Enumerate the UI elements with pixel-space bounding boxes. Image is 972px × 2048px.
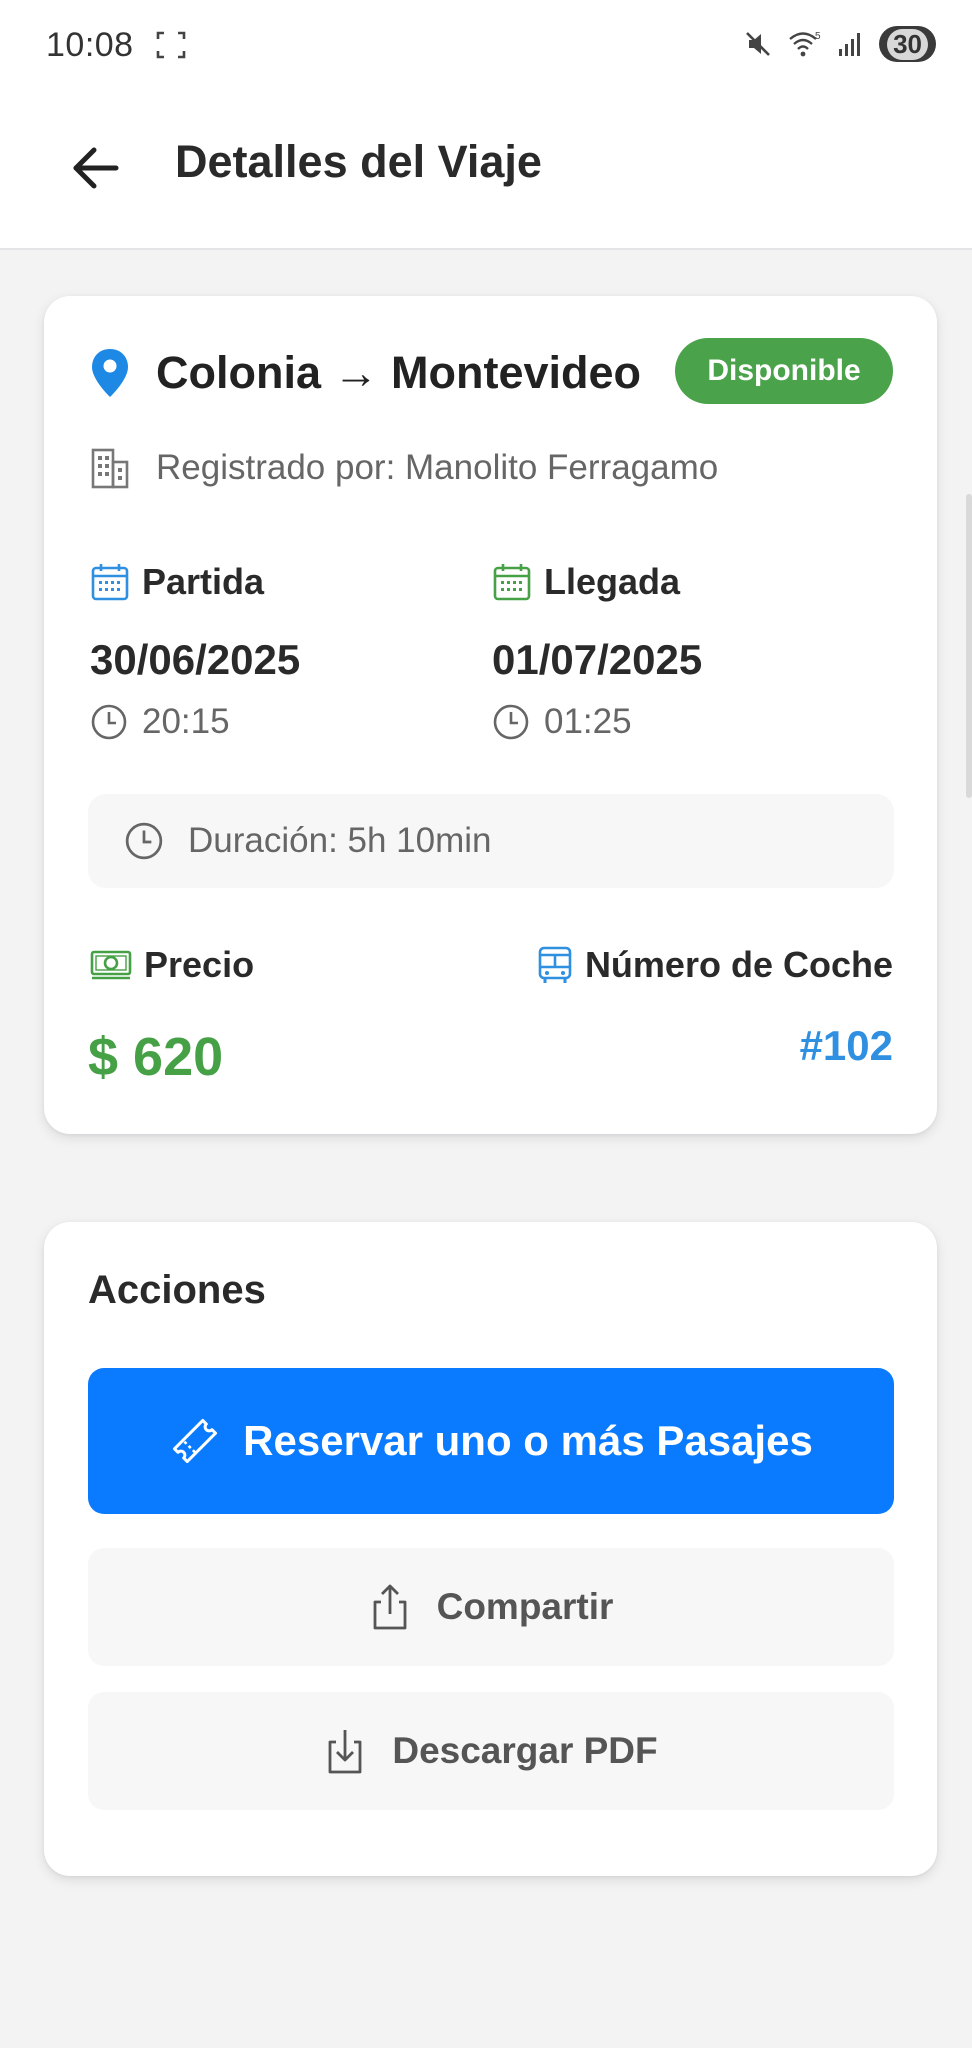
bus-icon: [538, 946, 572, 983]
battery-badge: 30: [879, 26, 936, 62]
share-button-label: Compartir: [436, 1586, 614, 1627]
share-button[interactable]: Compartir: [88, 1548, 894, 1666]
money-icon: [90, 950, 132, 980]
share-icon: [373, 1584, 406, 1630]
duration-box: Duración: 5h 10min: [88, 794, 894, 888]
coach-label: Número de Coche: [584, 944, 893, 985]
calendar-icon: [493, 564, 531, 601]
building-icon: [91, 448, 129, 489]
actions-title: Acciones: [88, 1268, 266, 1312]
route-title: Colonia → Montevideo: [156, 347, 642, 398]
trip-details-card: Colonia → Montevideo Disponible Registra…: [44, 296, 937, 1134]
download-pdf-button[interactable]: Descargar PDF: [88, 1692, 894, 1810]
registered-by-row: Registrado por: Manolito Ferragamo: [90, 446, 718, 490]
arrival-label: Llegada: [544, 561, 681, 602]
registered-by-text: Registrado por: Manolito Ferragamo: [156, 448, 719, 487]
wifi-icon: 5: [789, 31, 821, 57]
clock-icon: [91, 704, 127, 740]
departure-label: Partida: [142, 561, 265, 602]
status-icons: 5 30: [743, 24, 936, 64]
price-value: $ 620: [88, 1027, 224, 1087]
back-button[interactable]: [64, 136, 128, 200]
calendar-icon: [91, 564, 129, 601]
status-time: 10:08: [46, 26, 134, 64]
download-pdf-label: Descargar PDF: [392, 1730, 658, 1771]
arrival-section: Llegada 01/07/2025 01:25: [492, 558, 702, 742]
departure-section: Partida 30/06/2025 20:15: [90, 558, 300, 742]
price-label: Precio: [144, 944, 255, 985]
app-bar: Detalles del Viaje: [0, 92, 972, 250]
ticket-icon: [173, 1418, 218, 1464]
map-pin-icon: [92, 349, 128, 397]
reserve-button-label: Reservar uno o más Pasajes: [243, 1417, 813, 1464]
departure-time: 20:15: [142, 702, 230, 741]
mute-icon: [746, 32, 770, 56]
coach-heading: Número de Coche: [537, 944, 893, 986]
duration-text: Duración: 5h 10min: [188, 821, 492, 860]
screenshot-frame-icon: [156, 31, 186, 59]
download-icon: [328, 1730, 362, 1774]
battery-level: 30: [887, 28, 928, 60]
clock-icon: [493, 704, 529, 740]
reserve-button[interactable]: Reservar uno o más Pasajes: [88, 1368, 894, 1514]
actions-card: Acciones Reservar uno o más Pasajes Comp…: [44, 1222, 937, 1876]
status-bar: 10:08 5 30: [0, 0, 972, 92]
departure-date: 30/06/2025: [90, 636, 301, 683]
arrival-date: 01/07/2025: [492, 636, 703, 683]
coach-number: #102: [799, 1022, 893, 1069]
arrival-time: 01:25: [544, 702, 632, 741]
arrow-left-icon: [73, 147, 119, 189]
wifi-label: 5: [815, 31, 821, 42]
price-heading: Precio: [90, 944, 254, 986]
clock-icon: [125, 822, 163, 860]
status-badge: Disponible: [675, 338, 893, 404]
page-title: Detalles del Viaje: [175, 136, 542, 187]
signal-icon: [839, 33, 861, 56]
scrollbar[interactable]: [966, 494, 972, 798]
